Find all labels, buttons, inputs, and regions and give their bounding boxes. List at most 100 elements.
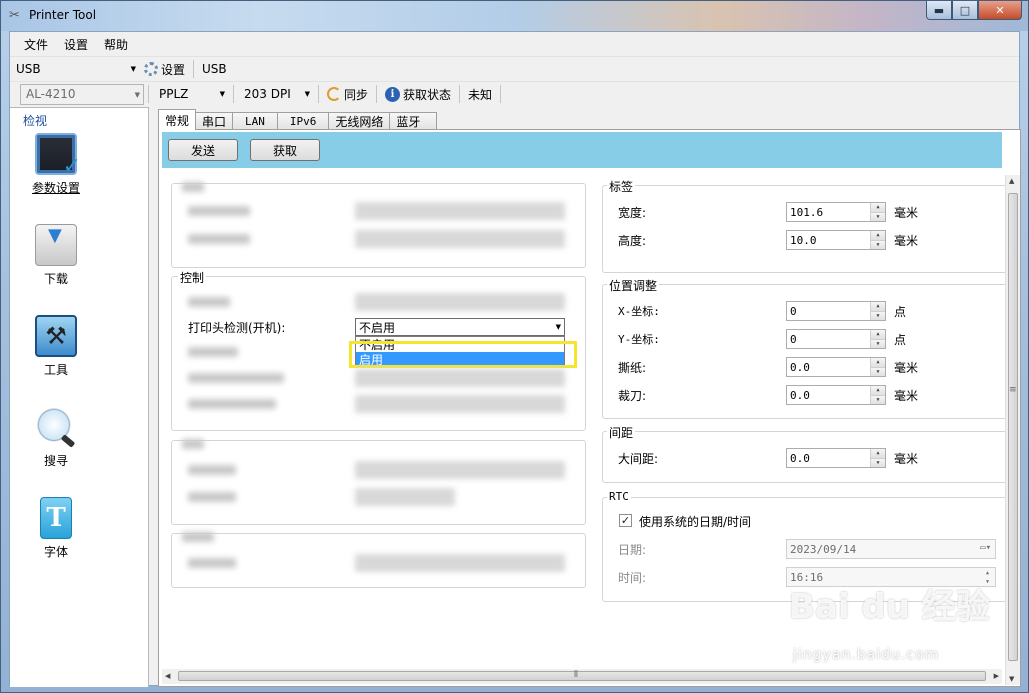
tear-off-value: 0.0 [790, 360, 810, 374]
use-system-time-label: 使用系统的日期/时间 [639, 515, 752, 529]
font-icon: T [40, 497, 72, 539]
tear-off-label: 撕纸: [618, 361, 647, 375]
position-group-title: 位置调整 [607, 277, 660, 294]
gap-group: 间距 大间距: 0.0 ▲ ▼ 毫米 [602, 424, 1007, 483]
scroll-left-icon[interactable]: ◀ [165, 672, 170, 680]
tab-bluetooth[interactable]: 蓝牙 [389, 112, 438, 130]
x-coord-input[interactable]: 0 ▲ ▼ [786, 301, 886, 321]
y-coord-value: 0 [790, 332, 797, 346]
arrow-down-icon[interactable]: ▼ [871, 310, 885, 320]
scroll-right-icon[interactable]: ▶ [994, 672, 999, 680]
arrow-up-icon[interactable]: ▲ [871, 449, 885, 458]
close-button[interactable]: ✕ [978, 1, 1022, 20]
date-value: 2023/09/14 [790, 542, 857, 556]
scroll-down-icon[interactable]: ▼ [1009, 675, 1014, 683]
tab-general[interactable]: 常规 [158, 109, 197, 130]
connection-select[interactable]: USB ▼ [10, 59, 140, 80]
tab-serial[interactable]: 串口 [195, 112, 234, 130]
get-button[interactable]: 获取 [250, 139, 321, 161]
settings-button[interactable]: 设置 [140, 61, 189, 78]
blurred-label [188, 492, 236, 502]
height-unit: 毫米 [894, 234, 919, 248]
window-title: Printer Tool [29, 8, 97, 22]
height-input[interactable]: 10.0 ▲ ▼ [786, 230, 886, 250]
gear-icon [144, 62, 158, 76]
horizontal-scroll-thumb[interactable] [178, 671, 986, 681]
printer-model-value: AL-4210 [26, 87, 76, 101]
arrow-down-icon[interactable]: ▼ [871, 366, 885, 376]
cutter-label: 裁刀: [618, 389, 647, 403]
watermark-logo: Bai du 经验 [789, 587, 990, 627]
cutter-input[interactable]: 0.0 ▲ ▼ [786, 385, 886, 405]
vertical-scroll-thumb[interactable] [1008, 193, 1018, 661]
tab-lan[interactable]: LAN [232, 112, 278, 130]
width-input[interactable]: 101.6 ▲ ▼ [786, 202, 886, 222]
width-stepper[interactable]: ▲ ▼ [870, 203, 885, 221]
vertical-scrollbar[interactable]: ▲ ≡ ▼ [1005, 175, 1020, 685]
width-value: 101.6 [790, 205, 824, 219]
large-gap-stepper[interactable]: ▲ ▼ [870, 449, 885, 467]
arrow-down-icon[interactable]: ▼ [871, 457, 885, 467]
send-button[interactable]: 发送 [168, 139, 239, 161]
sidebar-item-tools[interactable]: ⚒ 工具 [26, 315, 86, 378]
sidebar-item-search[interactable]: 搜寻 [26, 406, 86, 469]
maximize-button[interactable]: □ [952, 1, 978, 20]
large-gap-input[interactable]: 0.0 ▲ ▼ [786, 448, 886, 468]
printhead-check-select[interactable]: 不启用 ▼ [355, 318, 565, 336]
toolbar-separator [233, 85, 234, 103]
sidebar-item-label: 字体 [43, 545, 68, 559]
y-coord-stepper[interactable]: ▲ ▼ [870, 330, 885, 348]
sidebar-item-font[interactable]: T 字体 [26, 497, 86, 560]
tear-off-stepper[interactable]: ▲ ▼ [870, 358, 885, 376]
y-coord-input[interactable]: 0 ▲ ▼ [786, 329, 886, 349]
arrow-down-icon[interactable]: ▼ [871, 394, 885, 404]
sidebar-item-download[interactable]: 下载 [26, 224, 86, 287]
arrow-up-icon[interactable]: ▲ [871, 386, 885, 395]
menu-settings[interactable]: 设置 [56, 36, 96, 53]
tear-off-input[interactable]: 0.0 ▲ ▼ [786, 357, 886, 377]
printer-model-select[interactable]: AL-4210 ▼ [20, 83, 144, 105]
height-stepper[interactable]: ▲ ▼ [870, 231, 885, 249]
large-gap-value: 0.0 [790, 451, 810, 465]
arrow-down-icon[interactable]: ▼ [871, 211, 885, 221]
sync-button[interactable]: 同步 [323, 86, 372, 103]
horizontal-scrollbar[interactable]: ◀ ⦀ ▶ [162, 669, 1002, 684]
tab-wireless[interactable]: 无线网络 [328, 112, 391, 130]
x-coord-stepper[interactable]: ▲ ▼ [870, 302, 885, 320]
dpi-select[interactable]: 203 DPI ▼ [238, 84, 314, 105]
language-value: PPLZ [159, 87, 189, 101]
sidebar-item-label: 搜寻 [43, 454, 68, 468]
chevron-down-icon: ▼ [304, 89, 310, 98]
download-printer-icon [35, 224, 77, 266]
language-select[interactable]: PPLZ ▼ [153, 84, 229, 105]
sidebar-item-parameter-settings[interactable]: 参数设置 [26, 133, 86, 196]
chevron-down-icon: ▼ [555, 323, 561, 331]
date-picker[interactable]: 2023/09/14 ▭▾ [786, 539, 996, 559]
tab-ipv6[interactable]: IPv6 [276, 112, 330, 130]
window-controls: ▬ □ ✕ [926, 1, 1022, 21]
arrow-up-icon[interactable]: ▲ [871, 358, 885, 367]
menu-file[interactable]: 文件 [16, 36, 56, 53]
blurred-field [355, 293, 565, 311]
arrow-up-icon[interactable]: ▲ [871, 302, 885, 311]
arrow-up-icon[interactable]: ▲ [980, 568, 995, 577]
tear-off-unit: 毫米 [894, 361, 919, 375]
arrow-up-icon[interactable]: ▲ [871, 330, 885, 339]
title-bar[interactable]: ✂ Printer Tool ▬ □ ✕ [1, 1, 1028, 31]
menu-help[interactable]: 帮助 [96, 36, 136, 53]
minimize-button[interactable]: ▬ [926, 1, 952, 20]
sidebar: 检视 参数设置 下载 ⚒ 工具 搜寻 T 字体 [10, 107, 149, 687]
label-group: 标签 宽度: 101.6 ▲ ▼ 毫米 高度: 10.0 ▲ ▼ 毫米 [602, 178, 1007, 273]
arrow-up-icon[interactable]: ▲ [871, 231, 885, 240]
scroll-up-icon[interactable]: ▲ [1009, 177, 1014, 185]
cutter-stepper[interactable]: ▲ ▼ [870, 386, 885, 404]
arrow-up-icon[interactable]: ▲ [871, 203, 885, 212]
arrow-down-icon[interactable]: ▼ [871, 338, 885, 348]
blurred-title [182, 532, 214, 542]
time-label: 时间: [618, 571, 647, 585]
connection-toolbar: USB ▼ 设置 USB [10, 56, 1019, 81]
blurred-field [355, 202, 565, 220]
use-system-time-checkbox[interactable]: ✓ [619, 514, 632, 527]
get-status-button[interactable]: i 获取状态 [381, 86, 455, 103]
arrow-down-icon[interactable]: ▼ [871, 239, 885, 249]
